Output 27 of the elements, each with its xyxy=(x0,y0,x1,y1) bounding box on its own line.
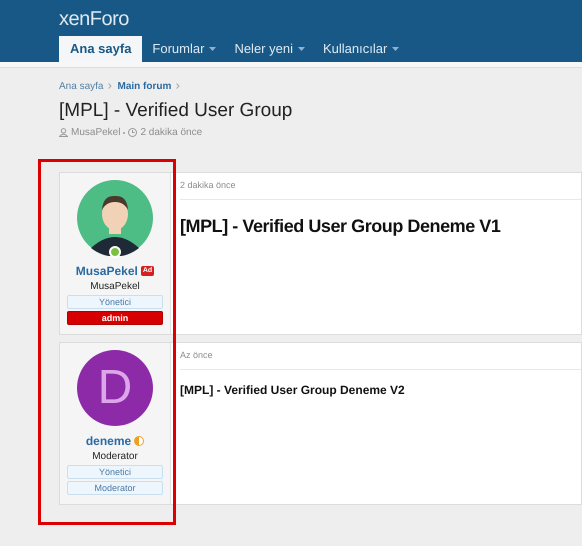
site-logo[interactable]: xenForo xyxy=(59,0,582,36)
user-title: Moderator xyxy=(92,450,138,463)
nav-tab[interactable]: Ana sayfa xyxy=(59,36,142,62)
post-time: Az önce xyxy=(180,343,581,370)
username-link[interactable]: deneme xyxy=(86,432,132,450)
post-time: 2 dakika önce xyxy=(140,126,202,140)
post-message: [MPL] - Verified User Group Deneme V2 xyxy=(180,382,406,398)
nav-tab[interactable]: Forumlar xyxy=(144,36,224,62)
letter-avatar: D xyxy=(77,350,153,426)
username-link[interactable]: MusaPekel xyxy=(76,262,138,280)
user-icon xyxy=(59,128,68,137)
chevron-icon xyxy=(176,83,180,89)
post-message: [MPL] - Verified User Group Deneme V1 xyxy=(180,214,502,238)
breadcrumb-link[interactable]: Ana sayfa xyxy=(59,78,104,94)
thread-title: [MPL] - Verified User Group xyxy=(59,99,294,123)
user-banner: Yönetici xyxy=(67,465,163,479)
clock-icon xyxy=(128,128,138,137)
separator-dot xyxy=(123,132,126,134)
post-time: 2 dakika önce xyxy=(180,173,581,200)
breadcrumb-link[interactable]: Main forum xyxy=(117,78,172,94)
user-title: MusaPekel xyxy=(90,280,140,293)
nav-tab[interactable]: Neler yeni xyxy=(226,36,313,62)
chevron-icon xyxy=(108,83,112,89)
user-banner: Yönetici xyxy=(67,295,163,309)
user-banner: Moderator xyxy=(67,481,163,495)
nav-tab[interactable]: Kullanıcılar xyxy=(314,36,408,62)
user-banner: admin xyxy=(67,311,163,325)
